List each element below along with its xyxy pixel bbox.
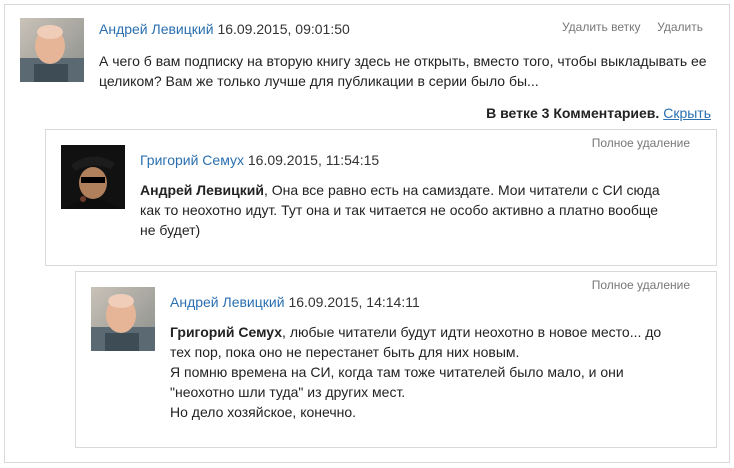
reply-comment: Андрей Левицкий 16.09.2015, 14:14:11 Пол… — [75, 271, 717, 448]
comment-text: Андрей Левицкий, Она все равно есть на с… — [140, 180, 670, 240]
comment-text: Григорий Семух, любые читатели будут идт… — [170, 322, 670, 422]
full-delete-button[interactable]: Полное удаление — [592, 278, 690, 292]
avatar[interactable] — [20, 18, 84, 82]
comment-date: 16.09.2015, 14:14:11 — [288, 294, 420, 310]
mention-author: Григорий Семух — [170, 324, 283, 340]
comment-line: Григорий Семух, любые читатели будут идт… — [170, 322, 670, 362]
comment-date: 16.09.2015, 09:01:50 — [217, 21, 350, 37]
comment-header: Андрей Левицкий 16.09.2015, 14:14:11 — [170, 294, 420, 310]
reply-comment: Григорий Семух 16.09.2015, 11:54:15 Полн… — [45, 129, 717, 266]
comment-date: 16.09.2015, 11:54:15 — [247, 152, 380, 168]
author-link[interactable]: Андрей Левицкий — [99, 21, 214, 37]
author-link[interactable]: Григорий Семух — [140, 152, 244, 168]
avatar-photo-icon — [20, 18, 84, 82]
avatar-photo-icon — [61, 145, 125, 209]
author-link[interactable]: Андрей Левицкий — [170, 294, 285, 310]
comment-actions: Полное удаление — [592, 136, 690, 150]
hide-thread-link[interactable]: Скрыть — [663, 105, 711, 121]
thread-count-label: В ветке 3 Комментариев. — [486, 105, 660, 121]
comment-text: А чего б вам подписку на вторую книгу зд… — [99, 53, 707, 89]
avatar[interactable] — [91, 287, 155, 351]
comment-actions: Полное удаление — [592, 278, 690, 292]
full-delete-button[interactable]: Полное удаление — [592, 136, 690, 150]
delete-thread-button[interactable]: Удалить ветку — [562, 20, 641, 34]
comment-actions: Удалить ветку Удалить — [562, 20, 703, 34]
mention-author: Андрей Левицкий — [140, 182, 264, 198]
comment-thread: Андрей Левицкий 16.09.2015, 09:01:50 Уда… — [4, 4, 730, 463]
delete-button[interactable]: Удалить — [657, 20, 703, 34]
comment-header: Андрей Левицкий 16.09.2015, 09:01:50 — [99, 21, 350, 37]
avatar-photo-icon — [91, 287, 155, 351]
comment-line: Но дело хозяйское, конечно. — [170, 404, 357, 420]
comment-line: Я помню времена на СИ, когда там тоже чи… — [170, 364, 624, 400]
comment-header: Григорий Семух 16.09.2015, 11:54:15 — [140, 152, 379, 168]
avatar[interactable] — [61, 145, 125, 209]
thread-summary: В ветке 3 Комментариев. Скрыть — [486, 105, 711, 121]
